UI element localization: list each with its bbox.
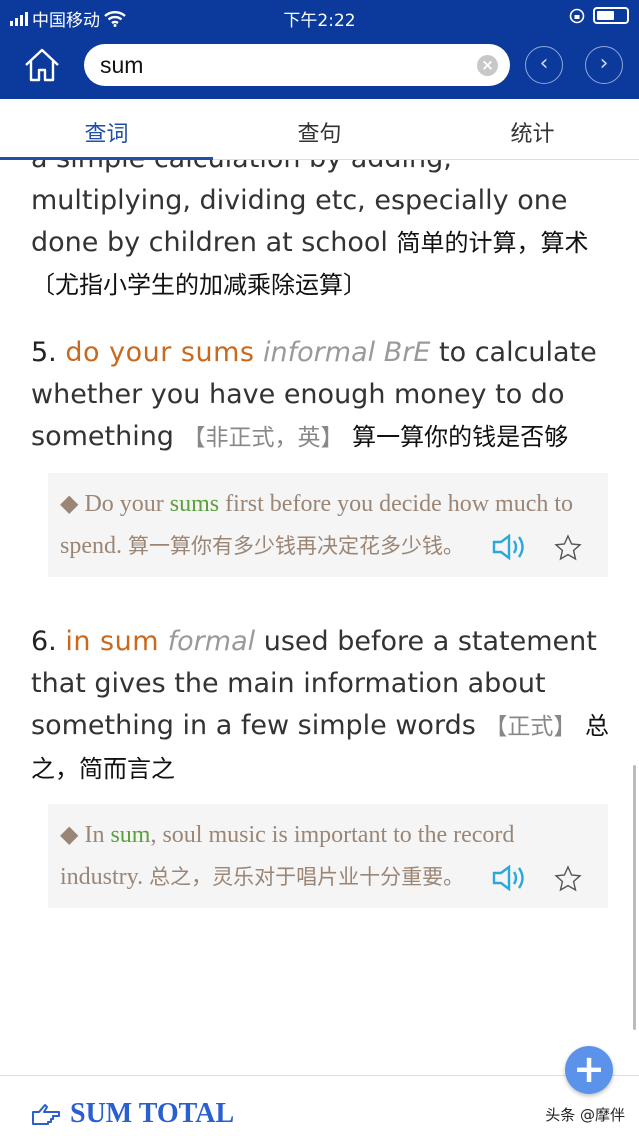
tab-lookup-sentence[interactable]: 查句 xyxy=(213,116,426,148)
tab-statistics[interactable]: 统计 xyxy=(426,116,639,148)
status-bar: 中国移动 下午2:22 xyxy=(0,0,639,34)
star-icon[interactable] xyxy=(554,865,582,892)
speaker-icon[interactable] xyxy=(492,865,526,892)
clock: 下午2:22 xyxy=(283,11,356,31)
register-label-cn: 【非正式，英】 xyxy=(182,425,344,451)
example-translation: 总之，灵乐对于唱片业十分重要。 xyxy=(149,865,465,889)
search-input[interactable] xyxy=(100,50,470,80)
example-translation: 算一算你有多少钱再决定花多少钱。 xyxy=(128,534,464,558)
phrase[interactable]: in sum xyxy=(65,626,159,657)
dictionary-content: a simple calculation by adding, multiply… xyxy=(31,138,611,908)
sense-6: 6. in sum formal used before a statement… xyxy=(31,621,611,908)
speaker-icon[interactable] xyxy=(492,534,526,561)
rotation-lock-icon xyxy=(569,8,585,23)
example-box: ◆ Do your sums first before you decide h… xyxy=(48,473,608,577)
example-text: ◆ Do your xyxy=(60,491,170,517)
chevron-left-icon: ‹ xyxy=(539,51,549,76)
plus-icon: + xyxy=(573,1047,605,1091)
definition-prev: a simple calculation by adding, multiply… xyxy=(31,138,611,306)
app-header: 中国移动 下午2:22 × ‹ › xyxy=(0,0,639,99)
example-text: ◆ In xyxy=(60,822,111,848)
scrollbar[interactable] xyxy=(633,765,636,1030)
section-title: SUM TOTAL xyxy=(70,1098,235,1129)
home-icon[interactable] xyxy=(22,46,62,84)
chevron-right-icon: › xyxy=(599,51,609,76)
register-label: informal BrE xyxy=(263,337,431,368)
pointing-hand-icon xyxy=(32,1104,60,1125)
back-button[interactable]: ‹ xyxy=(525,46,563,84)
add-button[interactable]: + xyxy=(565,1046,613,1094)
sense-5: 5. do your sums informal BrE to calculat… xyxy=(31,332,611,577)
active-tab-indicator xyxy=(0,157,213,160)
tab-bar: 查词 查句 统计 xyxy=(0,99,639,160)
clear-icon[interactable]: × xyxy=(477,55,498,76)
register-label-cn: 【正式】 xyxy=(484,714,577,740)
watermark: 头条 @摩伴 xyxy=(545,1106,625,1124)
section-heading: SUM TOTAL xyxy=(30,1098,234,1130)
example-highlight: sums xyxy=(169,491,220,517)
search-box[interactable]: × xyxy=(84,44,510,86)
example-box: ◆ In sum, soul music is important to the… xyxy=(48,804,608,908)
section-divider xyxy=(0,1075,639,1076)
definition-translation: 算一算你的钱是否够 xyxy=(352,423,569,451)
sense-number: 5. xyxy=(31,337,57,368)
battery-icon xyxy=(593,7,629,24)
example-highlight: sum xyxy=(110,822,151,848)
register-label: formal xyxy=(167,626,256,657)
phrase[interactable]: do your sums xyxy=(65,337,254,368)
tab-lookup-word[interactable]: 查词 xyxy=(0,116,213,148)
star-icon[interactable] xyxy=(554,534,582,561)
sense-number: 6. xyxy=(31,626,57,657)
forward-button[interactable]: › xyxy=(585,46,623,84)
